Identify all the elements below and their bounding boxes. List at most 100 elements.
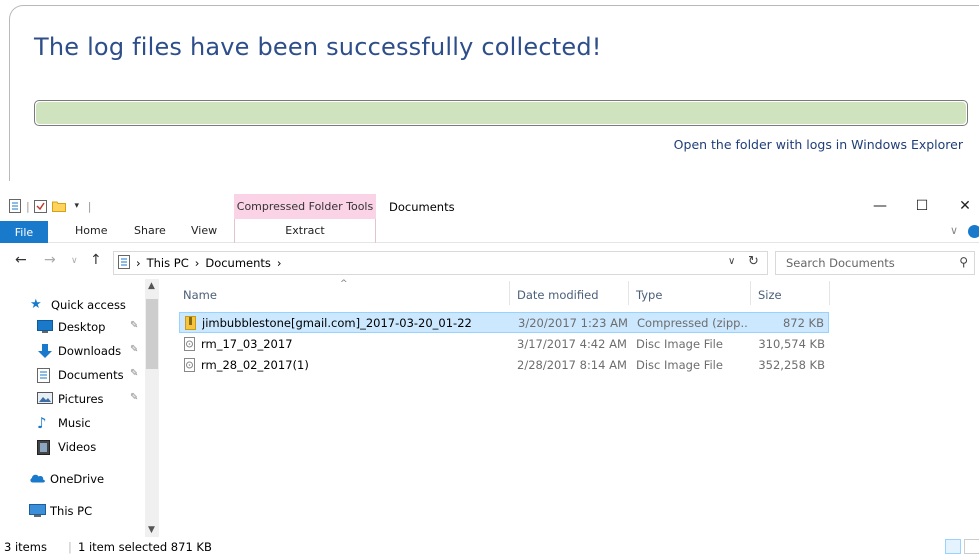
column-divider[interactable] bbox=[628, 281, 629, 305]
minimize-button[interactable]: — bbox=[865, 195, 895, 217]
computer-icon bbox=[29, 504, 46, 518]
file-list: ^ Name Date modified Type Size jimbubble… bbox=[175, 279, 975, 541]
refresh-icon[interactable]: ↻ bbox=[748, 254, 759, 269]
file-date: 3/20/2017 1:23 AM bbox=[518, 316, 628, 330]
breadcrumb-separator-icon[interactable]: › bbox=[195, 256, 200, 270]
quick-access-toolbar: | ▾ | bbox=[8, 199, 91, 213]
file-type: Compressed (zipp... bbox=[637, 316, 749, 330]
desktop-icon bbox=[37, 320, 53, 334]
properties-icon[interactable] bbox=[8, 199, 22, 213]
file-row[interactable]: rm_17_03_2017 3/17/2017 4:42 AM Disc Ima… bbox=[179, 334, 829, 355]
scroll-down-icon[interactable]: ▼ bbox=[148, 525, 155, 535]
maximize-button[interactable]: ☐ bbox=[907, 195, 937, 217]
breadcrumb-this-pc[interactable]: This PC bbox=[147, 256, 189, 270]
scroll-up-icon[interactable]: ▲ bbox=[148, 281, 155, 291]
pictures-icon bbox=[37, 392, 53, 406]
scrollbar-thumb[interactable] bbox=[146, 299, 158, 369]
disc-image-icon bbox=[184, 337, 195, 351]
file-name: jimbubblestone[gmail.com]_2017-03-20_01-… bbox=[202, 316, 472, 330]
large-icons-view-icon[interactable] bbox=[964, 539, 979, 554]
back-arrow-icon[interactable]: ← bbox=[15, 252, 27, 268]
details-view-icon[interactable] bbox=[945, 539, 961, 554]
file-date: 2/28/2017 8:14 AM bbox=[517, 358, 627, 372]
address-row: ← → ∨ ↑ › This PC › Documents › ∨ ↻ Sear… bbox=[0, 245, 979, 279]
pin-icon[interactable]: ✎ bbox=[130, 344, 138, 355]
navigation-pane: ★ Quick access Desktop ✎ Downloads ✎ Doc… bbox=[0, 279, 160, 539]
nav-item-documents[interactable]: Documents bbox=[37, 365, 182, 385]
title-bar: | ▾ | Compressed Folder Tools Documents … bbox=[0, 194, 979, 219]
videos-icon bbox=[37, 440, 53, 455]
pin-icon[interactable]: ✎ bbox=[130, 320, 138, 331]
window-title: Documents bbox=[389, 200, 455, 214]
search-icon[interactable]: ⚲ bbox=[959, 255, 968, 269]
cloud-icon bbox=[29, 472, 45, 486]
nav-item-downloads[interactable]: Downloads bbox=[37, 341, 182, 361]
progress-bar-fill bbox=[36, 102, 966, 124]
column-header-size[interactable]: Size bbox=[758, 288, 782, 302]
column-divider[interactable] bbox=[750, 281, 751, 305]
nav-item-music[interactable]: ♪ Music bbox=[37, 413, 182, 433]
nav-scrollbar[interactable]: ▲ ▼ bbox=[145, 279, 159, 537]
breadcrumb-separator-icon[interactable]: › bbox=[277, 256, 282, 270]
column-divider[interactable] bbox=[509, 281, 510, 305]
success-heading: The log files have been successfully col… bbox=[34, 33, 602, 61]
ribbon-tabs: File Home Share View Extract ∨ bbox=[0, 219, 979, 243]
selection-info: 1 item selected 871 KB bbox=[78, 540, 212, 554]
tab-home[interactable]: Home bbox=[75, 224, 107, 237]
nav-item-videos[interactable]: Videos bbox=[37, 437, 182, 457]
column-header-date[interactable]: Date modified bbox=[517, 288, 599, 302]
column-divider[interactable] bbox=[829, 281, 830, 305]
file-name: rm_17_03_2017 bbox=[201, 337, 293, 351]
compressed-folder-tools-header: Compressed Folder Tools bbox=[234, 194, 376, 219]
forward-arrow-icon[interactable]: → bbox=[44, 252, 56, 268]
file-name: rm_28_02_2017(1) bbox=[201, 358, 309, 372]
tab-share[interactable]: Share bbox=[134, 224, 166, 237]
file-row[interactable]: jimbubblestone[gmail.com]_2017-03-20_01-… bbox=[179, 312, 829, 333]
expand-ribbon-icon[interactable]: ∨ bbox=[950, 224, 958, 237]
file-row[interactable]: rm_28_02_2017(1) 2/28/2017 8:14 AM Disc … bbox=[179, 355, 829, 376]
star-icon: ★ bbox=[30, 297, 42, 312]
log-collector-panel: The log files have been successfully col… bbox=[9, 5, 979, 181]
open-folder-link[interactable]: Open the folder with logs in Windows Exp… bbox=[674, 137, 963, 152]
pin-icon[interactable]: ✎ bbox=[130, 368, 138, 379]
help-icon[interactable] bbox=[968, 225, 979, 238]
downloads-icon bbox=[37, 344, 53, 358]
file-size: 310,574 KB bbox=[758, 337, 825, 351]
column-header-type[interactable]: Type bbox=[636, 288, 662, 302]
tab-extract-container: Extract bbox=[234, 219, 376, 243]
music-icon: ♪ bbox=[37, 414, 47, 432]
search-input[interactable]: Search Documents ⚲ bbox=[775, 251, 975, 275]
breadcrumb-documents[interactable]: Documents bbox=[205, 256, 271, 270]
checkmark-icon[interactable] bbox=[34, 199, 48, 213]
tab-view[interactable]: View bbox=[191, 224, 217, 237]
zip-folder-icon bbox=[185, 316, 196, 330]
file-size: 872 KB bbox=[782, 316, 824, 330]
file-date: 3/17/2017 4:42 AM bbox=[517, 337, 627, 351]
file-type: Disc Image File bbox=[636, 358, 723, 372]
search-placeholder: Search Documents bbox=[786, 256, 895, 270]
progress-bar bbox=[34, 100, 968, 126]
address-bar[interactable]: › This PC › Documents › bbox=[113, 251, 768, 275]
file-size: 352,258 KB bbox=[758, 358, 825, 372]
status-bar: 3 items | 1 item selected 871 KB bbox=[0, 539, 979, 556]
breadcrumb-separator-icon[interactable]: › bbox=[136, 256, 141, 270]
item-count: 3 items bbox=[4, 540, 47, 554]
pin-icon[interactable]: ✎ bbox=[130, 392, 138, 403]
up-arrow-icon[interactable]: ↑ bbox=[90, 252, 102, 268]
customize-dropdown-icon[interactable]: ▾ bbox=[70, 199, 84, 213]
recent-locations-icon[interactable]: ∨ bbox=[71, 256, 78, 266]
disc-image-icon bbox=[184, 358, 195, 372]
nav-item-pictures[interactable]: Pictures bbox=[37, 389, 182, 409]
close-button[interactable]: ✕ bbox=[950, 195, 979, 217]
tab-file[interactable]: File bbox=[0, 221, 48, 243]
documents-icon bbox=[37, 368, 53, 383]
sort-ascending-icon: ^ bbox=[340, 279, 348, 289]
file-explorer-window: | ▾ | Compressed Folder Tools Documents … bbox=[0, 194, 979, 556]
new-folder-icon[interactable] bbox=[51, 199, 66, 213]
documents-location-icon bbox=[118, 254, 130, 272]
file-type: Disc Image File bbox=[636, 337, 723, 351]
column-header-name[interactable]: Name bbox=[183, 288, 217, 302]
nav-item-desktop[interactable]: Desktop bbox=[37, 317, 182, 337]
tab-extract[interactable]: Extract bbox=[235, 224, 375, 237]
address-dropdown-icon[interactable]: ∨ bbox=[728, 256, 735, 267]
